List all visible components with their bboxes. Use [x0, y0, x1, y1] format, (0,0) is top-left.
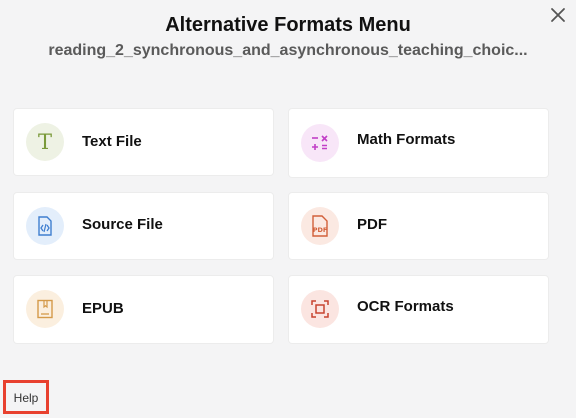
format-card-source-file[interactable]: Source File [14, 193, 273, 259]
format-card-text-file[interactable]: T Text File [14, 109, 273, 175]
text-file-icon: T [26, 123, 64, 161]
epub-book-icon [26, 290, 64, 328]
source-code-icon [26, 207, 64, 245]
ocr-scan-icon [301, 290, 339, 328]
help-button[interactable]: Help [3, 380, 49, 414]
svg-text:PDF: PDF [313, 226, 328, 234]
document-name: reading_2_synchronous_and_asynchronous_t… [48, 42, 528, 59]
format-label: Source File [82, 216, 163, 233]
close-icon[interactable] [549, 6, 567, 24]
format-card-epub[interactable]: EPUB [14, 276, 273, 343]
format-card-pdf[interactable]: PDF PDF [289, 193, 548, 259]
format-label: OCR Formats [357, 298, 454, 315]
format-card-math-formats[interactable]: Math Formats [289, 109, 548, 177]
format-label: Math Formats [357, 131, 456, 148]
format-label: Text File [82, 133, 142, 150]
math-icon [301, 124, 339, 162]
format-card-ocr-formats[interactable]: OCR Formats [289, 276, 548, 343]
format-label: EPUB [82, 300, 124, 317]
format-label: PDF [357, 216, 387, 233]
pdf-icon: PDF [301, 207, 339, 245]
dialog-title: Alternative Formats Menu [165, 14, 411, 36]
